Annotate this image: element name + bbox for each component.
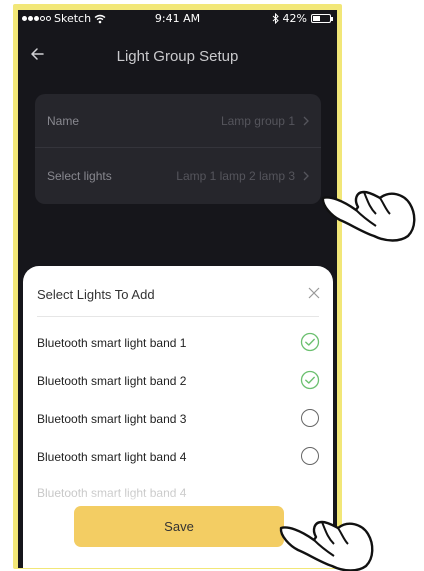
bluetooth-icon xyxy=(272,13,279,24)
name-label: Name xyxy=(47,114,80,128)
status-right: 42% xyxy=(272,12,333,25)
select-lights-row[interactable]: Select lights Lamp 1 lamp 2 lamp 3 xyxy=(35,149,321,203)
light-item-label: Bluetooth smart light band 3 xyxy=(37,412,187,426)
app-screen: Sketch 9:41 AM 42% Light Group Setup Nam… xyxy=(18,10,337,568)
checked-circle-icon[interactable] xyxy=(300,332,320,352)
battery-percent: 42% xyxy=(282,12,307,25)
nav-bar: Light Group Setup xyxy=(18,38,337,72)
checked-circle-icon[interactable] xyxy=(300,370,320,390)
light-item-label: Bluetooth smart light band 1 xyxy=(37,336,187,350)
sheet-header: Select Lights To Add xyxy=(23,266,333,314)
name-value: Lamp group 1 xyxy=(220,114,295,128)
battery-fill xyxy=(313,16,320,21)
light-item-label: Bluetooth smart light band 4 xyxy=(37,450,187,464)
phone-frame: Sketch 9:41 AM 42% Light Group Setup Nam… xyxy=(13,4,342,569)
page-title: Light Group Setup xyxy=(116,48,239,65)
battery-icon xyxy=(311,14,333,23)
light-item-label: Bluetooth smart light band 2 xyxy=(37,374,187,388)
sheet-divider xyxy=(37,316,319,317)
unchecked-circle-icon[interactable] xyxy=(300,408,320,428)
light-list-item[interactable]: Bluetooth smart light band 2 xyxy=(23,362,333,400)
unchecked-circle-icon[interactable] xyxy=(300,446,320,466)
light-list: Bluetooth smart light band 1 Bluetooth sm… xyxy=(23,324,333,514)
light-item-label: Bluetooth smart light band 4 xyxy=(37,486,187,500)
light-list-item[interactable]: Bluetooth smart light band 1 xyxy=(23,324,333,362)
name-row[interactable]: Name Lamp group 1 xyxy=(35,94,321,148)
chevron-right-icon xyxy=(303,116,309,126)
group-settings-card: Name Lamp group 1 Select lights Lamp 1 l… xyxy=(35,94,321,204)
light-list-item[interactable]: Bluetooth smart light band 3 xyxy=(23,400,333,438)
pointing-hand-icon xyxy=(321,190,416,242)
pointing-hand-icon xyxy=(279,520,374,571)
sheet-title: Select Lights To Add xyxy=(37,287,155,302)
chevron-right-icon xyxy=(303,171,309,181)
close-icon[interactable] xyxy=(307,286,321,300)
status-bar: Sketch 9:41 AM 42% xyxy=(18,10,337,28)
select-lights-label: Select lights xyxy=(47,169,112,183)
select-lights-value: Lamp 1 lamp 2 lamp 3 xyxy=(176,169,295,183)
save-button[interactable]: Save xyxy=(74,506,284,547)
light-list-item[interactable]: Bluetooth smart light band 4 xyxy=(23,438,333,476)
